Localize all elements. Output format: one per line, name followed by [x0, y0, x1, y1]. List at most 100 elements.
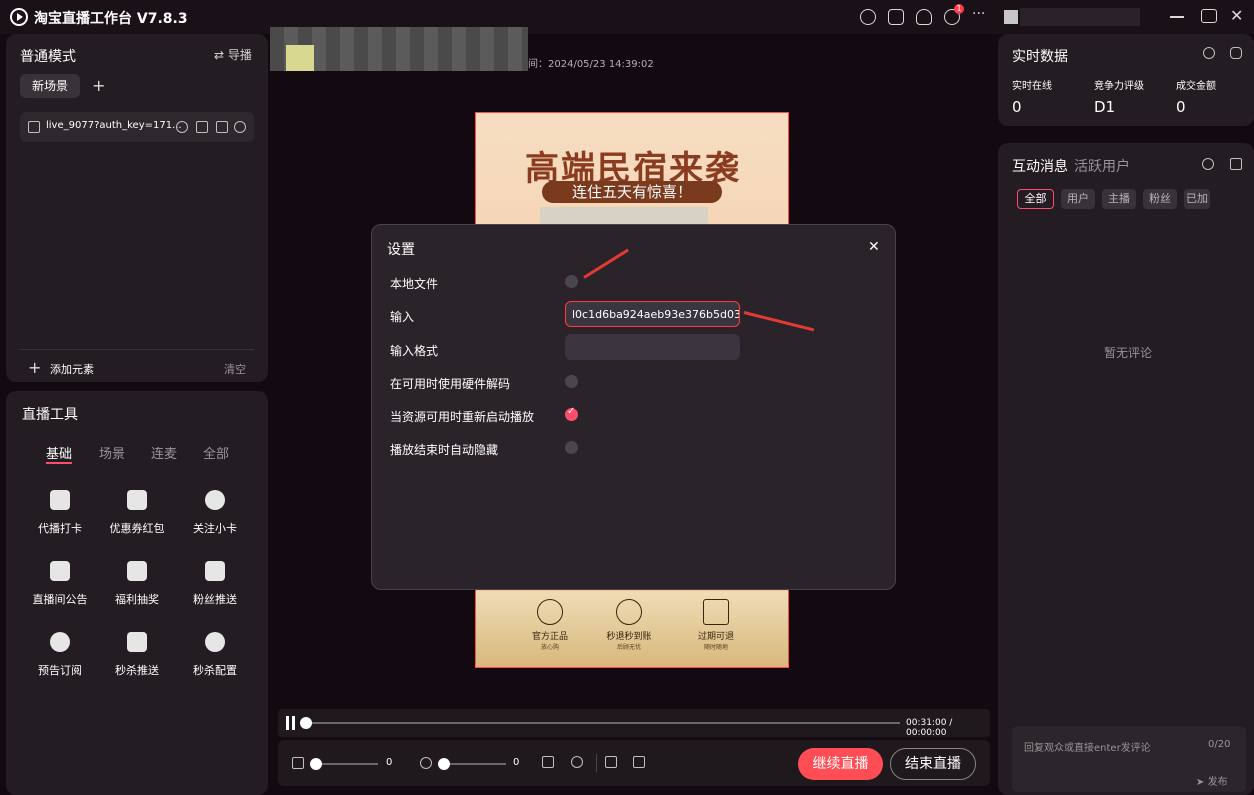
tool-coupon[interactable]: 优惠券红包: [97, 490, 177, 536]
realtime-data-panel: 实时数据 实时在线 0 竞争力评级 D1 成交金额 0: [998, 34, 1254, 126]
annotation-arrow: [583, 248, 629, 279]
local-file-checkbox[interactable]: [565, 275, 578, 288]
stat-gmv-label: 成交金额: [1176, 81, 1216, 92]
empty-comments: 暂无评论: [1104, 346, 1153, 360]
progress-knob[interactable]: [300, 717, 312, 729]
message-icon[interactable]: [888, 9, 904, 25]
badge-expire-sub: 随时随地: [703, 644, 728, 651]
calendar-check-icon: [50, 490, 70, 510]
auto-hide-label: 播放结束时自动隐藏: [390, 443, 499, 457]
visibility-eye-icon[interactable]: [176, 121, 188, 133]
delete-trash-icon[interactable]: [216, 121, 228, 133]
broadcast-icon: [205, 490, 225, 510]
tab-mic-link[interactable]: 连麦: [151, 443, 177, 462]
comment-counter: 0/20: [1208, 739, 1231, 750]
genuine-icon: [537, 599, 563, 625]
settings-gear-icon[interactable]: [1202, 158, 1214, 170]
input-label: 输入: [390, 310, 415, 324]
clear-button[interactable]: 清空: [224, 361, 246, 377]
tool-flash-push[interactable]: 秒杀推送: [97, 632, 177, 678]
popout-icon[interactable]: [1230, 158, 1242, 170]
scene-source-item[interactable]: live_9077?auth_key=171...: [20, 112, 254, 142]
lock-icon[interactable]: [196, 121, 208, 133]
tool-announcement[interactable]: 直播间公告: [20, 561, 100, 607]
end-live-button[interactable]: 结束直播: [890, 748, 976, 780]
tool-preview-subscribe[interactable]: 预告订阅: [20, 632, 100, 678]
home-icon[interactable]: [860, 9, 876, 25]
restart-checkbox[interactable]: [565, 406, 578, 421]
stat-rating-label: 竞争力评级: [1094, 81, 1144, 92]
tool-flash-config[interactable]: 秒杀配置: [175, 632, 255, 678]
tool-flash-config-label: 秒杀配置: [193, 664, 237, 677]
mixer-icon[interactable]: [542, 756, 554, 768]
tool-checkin[interactable]: 代播打卡: [20, 490, 100, 536]
mic-track[interactable]: [444, 763, 506, 765]
filter-users[interactable]: 用户: [1061, 189, 1095, 209]
red-packet-icon: [127, 490, 147, 510]
filter-fans[interactable]: 粉丝: [1143, 189, 1177, 209]
interaction-panel: 互动消息 活跃用户 暂无评论: [998, 143, 1254, 795]
playback-progress[interactable]: 00:31:00 / 00:00:00: [278, 709, 990, 738]
close-icon[interactable]: ✕: [868, 239, 880, 255]
volume-mute-icon[interactable]: [292, 757, 304, 769]
mic-mute-icon[interactable]: [420, 757, 432, 769]
badge-genuine: 官方正品 放心购: [510, 599, 590, 651]
tool-fan-push[interactable]: 粉丝推送: [175, 561, 255, 607]
filter-all[interactable]: 全部: [1017, 189, 1054, 209]
maximize-icon[interactable]: [1201, 9, 1217, 23]
continue-live-button[interactable]: 继续直播: [798, 748, 883, 780]
active-tab-indicator: [46, 462, 72, 464]
volume-knob[interactable]: [310, 758, 322, 770]
interaction-title[interactable]: 互动消息: [1012, 156, 1068, 176]
filter-more[interactable]: 已加: [1184, 189, 1210, 209]
chart-icon[interactable]: [1230, 47, 1242, 59]
subscribe-plus-icon: [50, 632, 70, 652]
badge-refund-sub: 后顾无忧: [616, 644, 641, 651]
tool-follow-card[interactable]: 关注小卡: [175, 490, 255, 536]
filter-host[interactable]: 主播: [1102, 189, 1136, 209]
tab-scene[interactable]: 场景: [99, 443, 125, 462]
poster-subtitle: 连住五天有惊喜！: [542, 181, 722, 203]
send-button[interactable]: ➤ 发布: [1196, 773, 1228, 788]
playback-time: 00:31:00 / 00:00:00: [906, 718, 953, 738]
add-element-button[interactable]: 添加元素: [50, 361, 94, 377]
avatar[interactable]: [1004, 10, 1018, 24]
mic-knob[interactable]: [438, 758, 450, 770]
stat-rating-value: D1: [1094, 98, 1116, 116]
app-title: 淘宝直播工作台 V7.8.3: [34, 11, 188, 27]
eye-icon[interactable]: [1203, 47, 1215, 59]
share-upload-icon[interactable]: [633, 756, 645, 768]
director-switch[interactable]: ⇄ 导播: [214, 46, 252, 63]
tool-coupon-label: 优惠券红包: [109, 522, 165, 535]
active-users-tab[interactable]: 活跃用户: [1074, 156, 1130, 176]
input-format-field[interactable]: [565, 334, 740, 360]
pause-icon[interactable]: [286, 716, 289, 730]
settings-gear-icon[interactable]: [234, 121, 246, 133]
stat-gmv-value: 0: [1176, 98, 1186, 116]
tool-lottery-label: 福利抽奖: [115, 593, 159, 606]
tab-basic[interactable]: 基础: [46, 443, 72, 462]
plus-icon: +: [28, 358, 42, 377]
tab-all[interactable]: 全部: [203, 443, 229, 462]
progress-track[interactable]: [306, 722, 900, 724]
hw-decode-checkbox[interactable]: [565, 375, 578, 388]
add-scene-button[interactable]: +: [92, 76, 105, 95]
headset-icon[interactable]: [916, 9, 932, 25]
badge-refund: 秒退秒到账 后顾无忧: [589, 599, 669, 651]
auto-hide-checkbox[interactable]: [565, 441, 578, 454]
volume-value: 0: [386, 757, 393, 768]
volume-track[interactable]: [316, 763, 378, 765]
settings-icon[interactable]: [571, 756, 583, 768]
username-blurred: [1020, 8, 1140, 26]
more-icon[interactable]: ···: [972, 6, 985, 22]
close-window-icon[interactable]: ✕: [1230, 6, 1243, 25]
minimize-icon[interactable]: [1170, 16, 1184, 18]
app-logo-icon: [10, 8, 28, 26]
stream-controls: 0 0: [278, 740, 990, 786]
comment-input[interactable]: 回复观众或直接enter发评论 0/20 ➤ 发布: [1012, 726, 1246, 792]
new-scene-tab[interactable]: 新场景: [20, 74, 80, 98]
input-url-field[interactable]: l0c1d6ba924aeb93e376b5d038fd: [565, 301, 740, 327]
annotation-arrow: [743, 311, 815, 332]
tool-lottery[interactable]: 福利抽奖: [97, 561, 177, 607]
product-bag-icon[interactable]: [605, 756, 617, 768]
